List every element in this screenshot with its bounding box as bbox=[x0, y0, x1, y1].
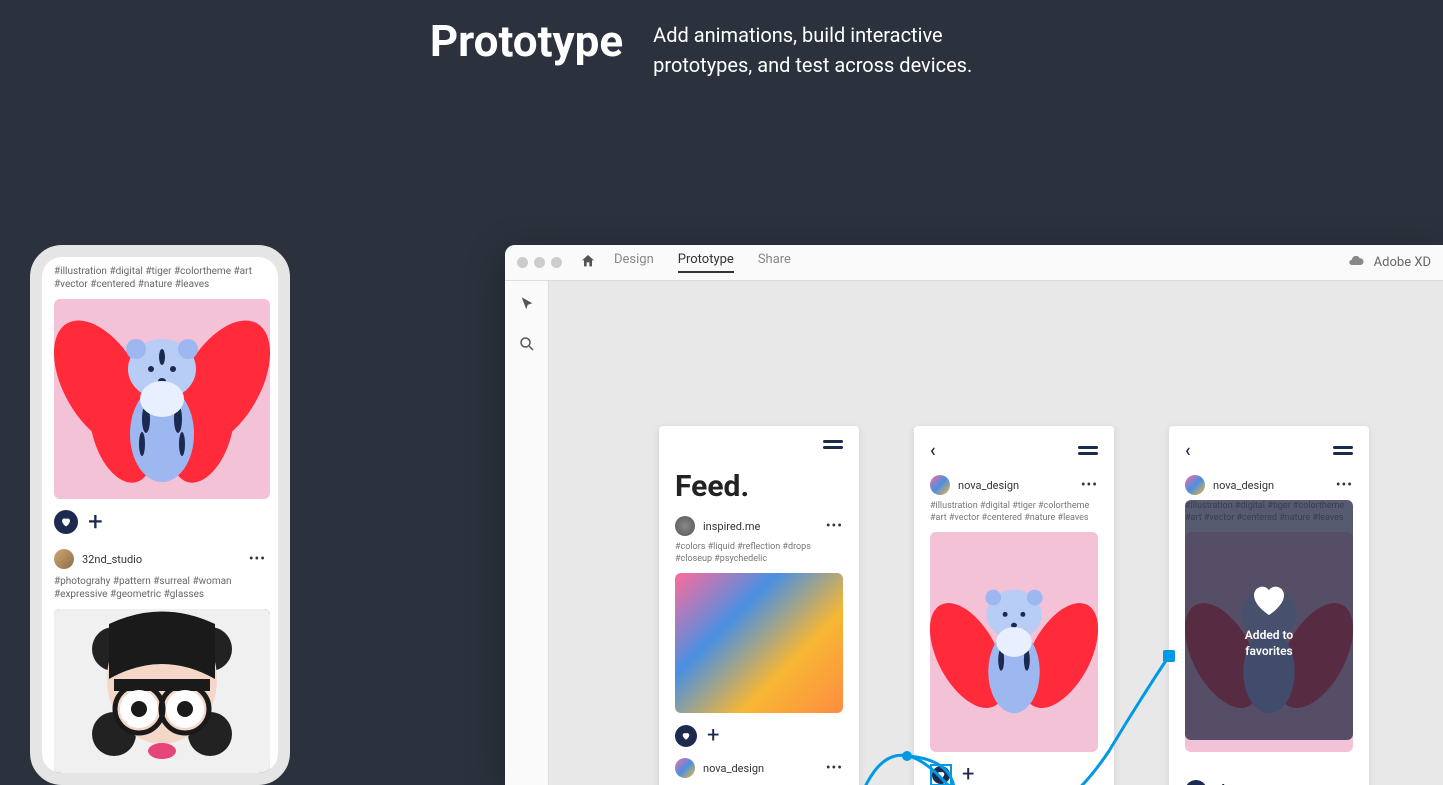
more-icon[interactable]: ••• bbox=[826, 760, 843, 776]
add-button[interactable]: + bbox=[962, 762, 974, 785]
avatar bbox=[54, 549, 74, 569]
add-button[interactable]: + bbox=[1217, 778, 1229, 785]
avatar bbox=[675, 758, 695, 778]
username: nova_design bbox=[958, 479, 1073, 492]
portrait-illustration bbox=[54, 609, 270, 774]
artboard-feed[interactable]: Feed. inspired.me ••• #colors #liquid #r… bbox=[659, 426, 859, 785]
left-toolbar bbox=[505, 281, 549, 785]
back-icon[interactable]: ‹ bbox=[1185, 440, 1191, 461]
avatar bbox=[1185, 475, 1205, 495]
more-icon[interactable]: ••• bbox=[249, 551, 266, 567]
tab-prototype[interactable]: Prototype bbox=[678, 252, 734, 273]
app-window: Design Prototype Share Adobe XD Feed. bbox=[505, 245, 1443, 785]
artboard-detail[interactable]: ‹ nova_design ••• #illustration #digital… bbox=[914, 426, 1114, 785]
overlay-line2: favorites bbox=[1245, 644, 1293, 660]
hero-section: Prototype Add animations, build interact… bbox=[0, 0, 1443, 80]
post-tags: #illustration #digital #tiger #colorthem… bbox=[914, 501, 1114, 532]
tiger-illustration bbox=[930, 532, 1098, 752]
liquid-illustration bbox=[675, 573, 843, 713]
like-button[interactable] bbox=[54, 510, 78, 534]
canvas[interactable]: Feed. inspired.me ••• #colors #liquid #r… bbox=[549, 281, 1443, 785]
pointer-icon[interactable] bbox=[518, 295, 536, 317]
traffic-lights[interactable] bbox=[517, 257, 562, 268]
like-button[interactable] bbox=[932, 766, 950, 784]
username: 32nd_studio bbox=[82, 553, 241, 566]
overlay-line1: Added to bbox=[1245, 628, 1293, 644]
post-tags: #colors #liquid #reflection #drops #clos… bbox=[659, 542, 859, 573]
selection-box[interactable] bbox=[930, 764, 952, 785]
menu-icon[interactable] bbox=[1333, 446, 1353, 455]
menu-icon[interactable] bbox=[1078, 446, 1098, 455]
feed-heading: Feed. bbox=[659, 463, 859, 516]
more-icon[interactable]: ••• bbox=[1081, 477, 1098, 493]
post-tags: #illustration #digital #tiger #colorthem… bbox=[54, 265, 266, 291]
favorites-overlay: Added to favorites bbox=[1185, 500, 1353, 740]
like-button[interactable] bbox=[675, 725, 697, 747]
mode-tabs: Design Prototype Share bbox=[614, 252, 791, 273]
menu-icon[interactable] bbox=[823, 440, 843, 449]
add-button[interactable]: + bbox=[88, 509, 103, 535]
post-tags: #photograhy #pattern #surreal #woman #ex… bbox=[54, 575, 266, 601]
hero-title: Prototype bbox=[430, 15, 623, 67]
artboard-favorited[interactable]: ‹ nova_design ••• #illustration #digital… bbox=[1169, 426, 1369, 785]
like-button[interactable] bbox=[1185, 780, 1207, 785]
more-icon[interactable]: ••• bbox=[826, 518, 843, 534]
search-icon[interactable] bbox=[518, 335, 536, 357]
tab-share[interactable]: Share bbox=[758, 252, 791, 273]
app-brand: Adobe XD bbox=[1374, 255, 1431, 270]
add-button[interactable]: + bbox=[707, 723, 719, 748]
phone-mockup: #illustration #digital #tiger #colorthem… bbox=[30, 245, 290, 785]
user-row: 32nd_studio ••• bbox=[54, 549, 266, 569]
username: nova_design bbox=[703, 762, 818, 775]
username: nova_design bbox=[1213, 479, 1328, 492]
more-icon[interactable]: ••• bbox=[1336, 477, 1353, 493]
titlebar: Design Prototype Share Adobe XD bbox=[505, 245, 1443, 281]
tab-design[interactable]: Design bbox=[614, 252, 654, 273]
hero-description: Add animations, build interactive protot… bbox=[653, 15, 1013, 80]
tiger-illustration bbox=[54, 299, 270, 499]
username: inspired.me bbox=[703, 520, 818, 533]
avatar bbox=[675, 516, 695, 536]
back-icon[interactable]: ‹ bbox=[930, 440, 936, 461]
cloud-icon[interactable] bbox=[1348, 253, 1364, 273]
avatar bbox=[930, 475, 950, 495]
home-icon[interactable] bbox=[580, 253, 596, 273]
post-actions: + bbox=[54, 509, 266, 535]
